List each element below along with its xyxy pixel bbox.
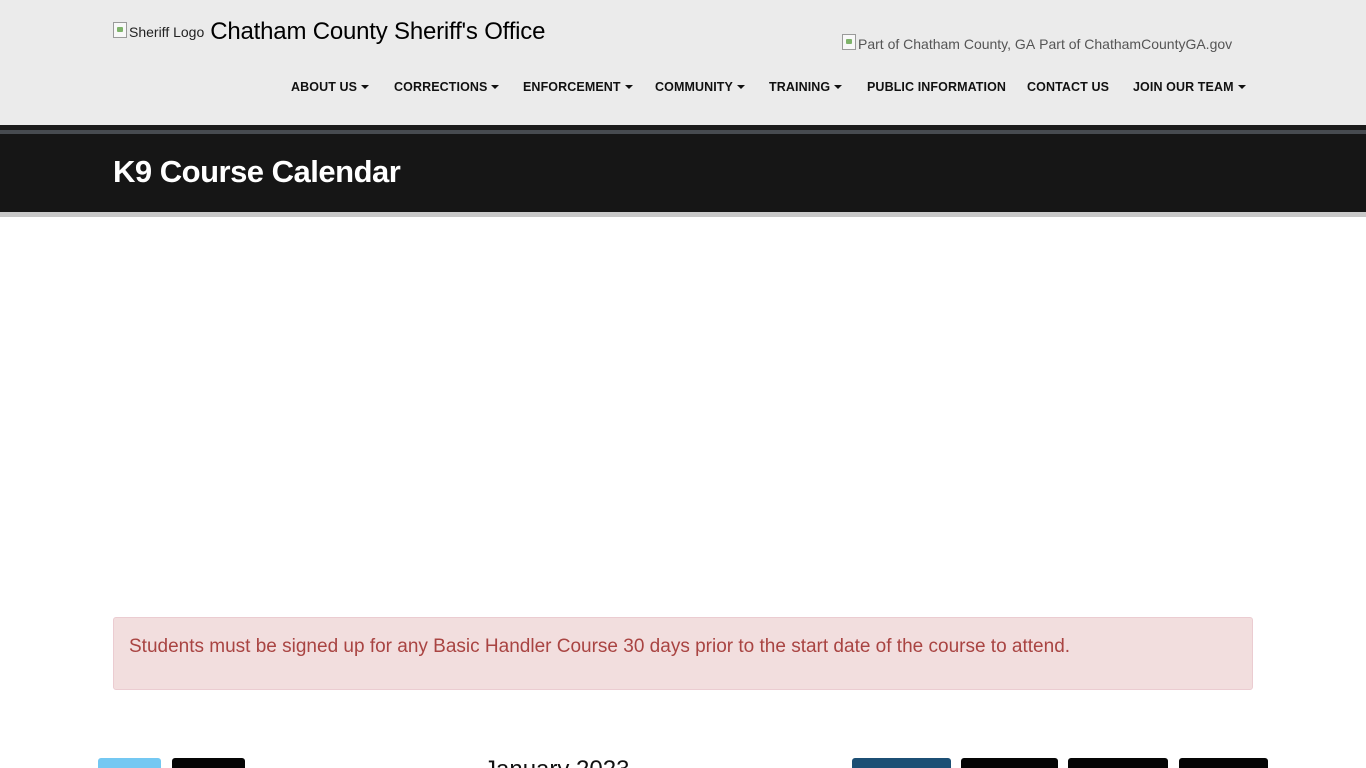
sheriff-logo-alt: Sheriff Logo	[129, 24, 205, 40]
page-title-band: K9 Course Calendar	[0, 134, 1366, 212]
nav-enforcement[interactable]: ENFORCEMENT	[523, 80, 633, 94]
calendar-month-view-button[interactable]	[852, 758, 951, 768]
site-header: Sheriff Logo Chatham County Sheriff's Of…	[0, 0, 1366, 126]
caret-down-icon	[1237, 85, 1246, 89]
nav-public-information[interactable]: PUBLIC INFORMATION	[867, 80, 1006, 94]
enrollment-alert: Students must be signed up for any Basic…	[113, 617, 1253, 690]
nav-training[interactable]: TRAINING	[769, 80, 843, 94]
calendar-title: January 2023	[484, 758, 629, 768]
caret-down-icon	[491, 85, 500, 89]
alert-text: Students must be signed up for any Basic…	[129, 636, 1071, 657]
nav-join-our-team-label: JOIN OUR TEAM	[1133, 80, 1234, 94]
county-link[interactable]: Part of Chatham County, GA Part of Chath…	[842, 34, 1232, 52]
caret-down-icon	[624, 85, 633, 89]
calendar-prev-button[interactable]	[172, 758, 245, 768]
broken-image-icon	[113, 22, 127, 38]
nav-about-us[interactable]: ABOUT US	[291, 80, 370, 94]
sheriff-logo: Sheriff Logo	[113, 22, 205, 40]
page-title: K9 Course Calendar	[113, 154, 401, 189]
nav-corrections-label: CORRECTIONS	[394, 80, 488, 94]
county-link-label[interactable]: Part of ChathamCountyGA.gov	[1039, 36, 1232, 52]
nav-join-our-team[interactable]: JOIN OUR TEAM	[1133, 80, 1246, 94]
broken-image-icon	[842, 34, 856, 50]
nav-community[interactable]: COMMUNITY	[655, 80, 745, 94]
caret-down-icon	[736, 85, 745, 89]
nav-about-us-label: ABOUT US	[291, 80, 358, 94]
calendar-list-view-button[interactable]	[1179, 758, 1268, 768]
calendar-week-view-button[interactable]	[961, 758, 1058, 768]
nav-contact-us[interactable]: CONTACT US	[1027, 80, 1109, 94]
caret-down-icon	[834, 85, 843, 89]
county-logo-alt: Part of Chatham County, GA	[858, 36, 1036, 52]
title-band-divider	[0, 212, 1366, 217]
home-link[interactable]: Sheriff Logo Chatham County Sheriff's Of…	[113, 18, 545, 46]
nav-contact-us-label: CONTACT US	[1027, 80, 1110, 94]
caret-down-icon	[361, 85, 370, 89]
nav-community-label: COMMUNITY	[655, 80, 733, 94]
nav-public-information-label: PUBLIC INFORMATION	[867, 80, 1007, 94]
nav-corrections[interactable]: CORRECTIONS	[394, 80, 500, 94]
calendar-day-view-button[interactable]	[1068, 758, 1168, 768]
calendar-today-button[interactable]	[98, 758, 161, 768]
nav-enforcement-label: ENFORCEMENT	[523, 80, 621, 94]
county-logo: Part of Chatham County, GA	[842, 34, 1036, 52]
site-title[interactable]: Chatham County Sheriff's Office	[210, 18, 545, 46]
nav-training-label: TRAINING	[769, 80, 831, 94]
